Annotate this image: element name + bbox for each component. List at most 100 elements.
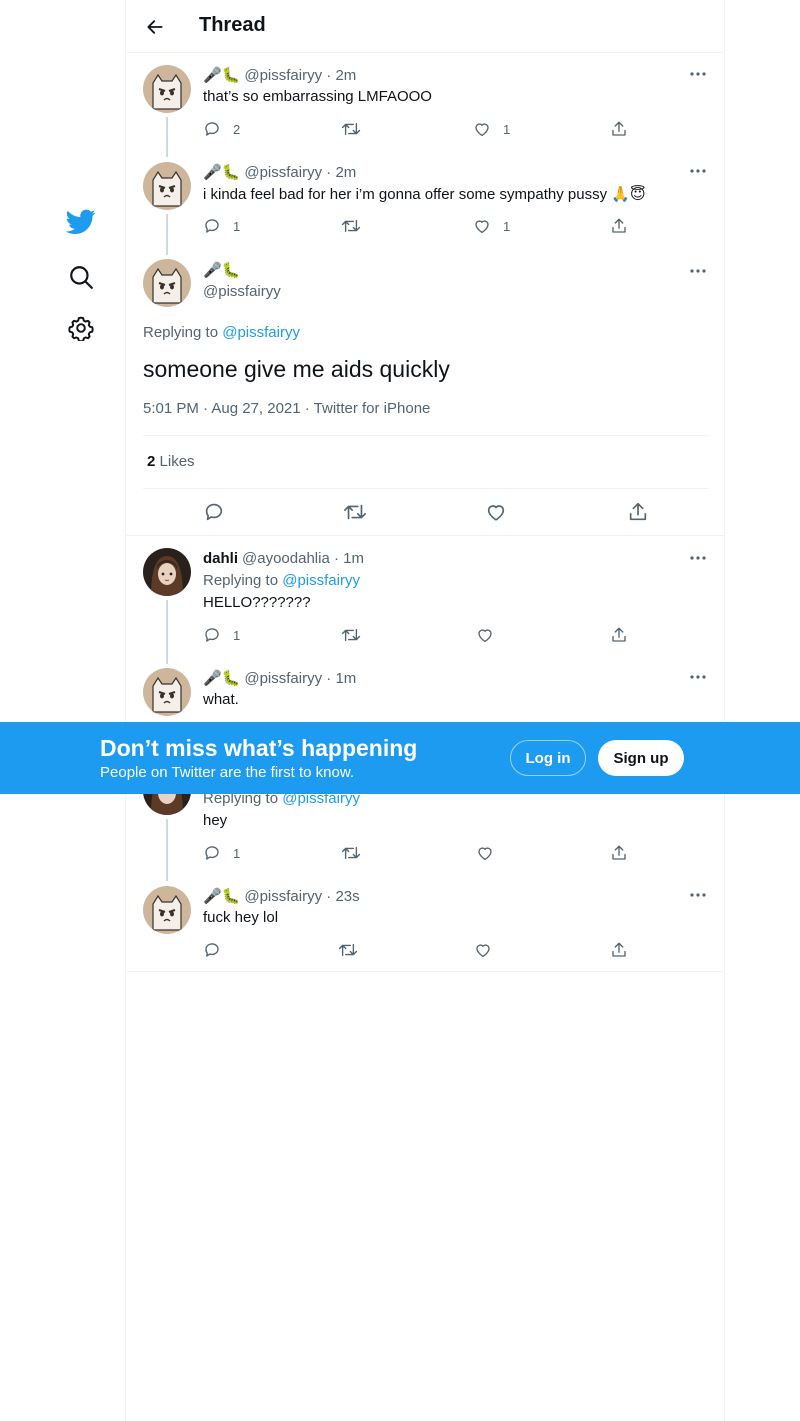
user-handle[interactable]: @pissfairyy xyxy=(244,67,322,84)
replying-to: Replying to @pissfairyy xyxy=(203,572,360,589)
search-icon[interactable] xyxy=(56,252,106,302)
tweet-text: what. xyxy=(203,691,239,708)
retweet-button[interactable] xyxy=(341,119,373,139)
replying-to-link[interactable]: @pissfairyy xyxy=(282,572,360,589)
more-icon[interactable] xyxy=(688,550,708,566)
tweet-text: hey xyxy=(203,812,228,829)
tweet-meta: dahli @ayoodahlia · 1m xyxy=(203,550,364,567)
retweet-button[interactable] xyxy=(341,843,373,863)
login-banner: Don’t miss what’s happening People on Tw… xyxy=(0,722,800,794)
replying-label: Replying to xyxy=(203,572,279,589)
login-button[interactable]: Log in xyxy=(510,740,586,776)
retweet-icon[interactable] xyxy=(342,499,368,525)
reply-button[interactable]: 2 xyxy=(203,119,240,139)
thread-connector xyxy=(166,819,168,881)
like-icon xyxy=(478,847,492,861)
twitter-logo-icon[interactable] xyxy=(56,197,106,247)
likes-summary[interactable]: 2 Likes xyxy=(147,453,195,470)
banner-title: Don’t miss what’s happening xyxy=(100,735,418,761)
user-handle[interactable]: @pissfairyy xyxy=(203,283,281,300)
like-button[interactable] xyxy=(474,940,504,960)
avatar[interactable] xyxy=(143,162,191,210)
banner-subtitle: People on Twitter are the first to know. xyxy=(100,764,355,781)
thread-connector xyxy=(166,600,168,664)
like-button[interactable]: 1 xyxy=(473,216,510,236)
more-icon[interactable] xyxy=(688,669,708,685)
share-icon[interactable] xyxy=(625,499,651,525)
reply-button[interactable] xyxy=(203,940,233,960)
user-handle[interactable]: @pissfairyy xyxy=(244,670,322,687)
tweet-text: i kinda feel bad for her i’m gonna offer… xyxy=(203,186,646,203)
tweet-meta: 🎤🐛 @pissfairyy · 2m xyxy=(203,163,356,182)
like-button[interactable]: 1 xyxy=(473,119,510,139)
reply-count: 1 xyxy=(233,845,241,861)
more-icon[interactable] xyxy=(688,887,708,903)
retweet-button[interactable] xyxy=(338,940,370,960)
user-handle[interactable]: @pissfairyy xyxy=(244,888,322,905)
reply-button[interactable]: 1 xyxy=(203,216,240,236)
share-button[interactable] xyxy=(610,625,628,645)
thread-header: Thread xyxy=(126,0,724,53)
more-icon[interactable] xyxy=(688,163,708,179)
display-name[interactable]: 🎤🐛 xyxy=(203,669,240,687)
tweet-time[interactable]: · 23s xyxy=(326,888,359,905)
avatar[interactable] xyxy=(143,259,191,307)
more-icon[interactable] xyxy=(688,263,708,279)
avatar[interactable] xyxy=(143,65,191,113)
share-button[interactable] xyxy=(610,119,628,139)
reply-button[interactable]: 1 xyxy=(203,843,240,863)
avatar[interactable] xyxy=(143,668,191,716)
like-icon[interactable] xyxy=(483,499,509,525)
retweet-icon xyxy=(338,943,358,957)
tweet-time[interactable]: · 1m xyxy=(334,550,364,567)
more-icon[interactable] xyxy=(688,66,708,82)
like-icon xyxy=(478,629,492,643)
display-name[interactable]: 🎤🐛 xyxy=(203,163,240,181)
display-name[interactable]: dahli xyxy=(203,550,238,567)
retweet-button[interactable] xyxy=(341,625,373,645)
divider xyxy=(143,488,709,489)
display-name[interactable]: 🎤🐛 xyxy=(203,887,240,905)
display-name[interactable]: 🎤🐛 xyxy=(203,261,240,279)
tweet-time[interactable]: · 1m xyxy=(326,670,356,687)
signup-button[interactable]: Sign up xyxy=(598,740,684,776)
share-button[interactable] xyxy=(610,843,628,863)
display-name[interactable]: 🎤🐛 xyxy=(203,66,240,84)
tweet-time[interactable]: · 2m xyxy=(326,67,356,84)
like-icon xyxy=(476,944,490,958)
tweet-text: someone give me aids quickly xyxy=(143,356,450,382)
like-count: 1 xyxy=(503,218,511,234)
tweet-text: HELLO??????? xyxy=(203,594,311,611)
replying-label: Replying to xyxy=(143,324,219,341)
share-icon xyxy=(612,845,626,860)
back-arrow-icon[interactable] xyxy=(140,12,170,42)
tweet-time[interactable]: · 2m xyxy=(326,164,356,181)
share-button[interactable] xyxy=(610,940,628,960)
avatar[interactable] xyxy=(143,548,191,596)
retweet-button[interactable] xyxy=(341,216,373,236)
thread-connector xyxy=(166,214,168,255)
likes-label: Likes xyxy=(159,453,195,470)
user-handle[interactable]: @pissfairyy xyxy=(244,164,322,181)
like-button[interactable] xyxy=(476,843,506,863)
share-icon xyxy=(612,627,626,642)
tweet-timestamp[interactable]: 5:01 PM · Aug 27, 2021 · Twitter for iPh… xyxy=(143,400,430,417)
share-button[interactable] xyxy=(610,216,628,236)
reply-icon xyxy=(205,219,219,233)
replying-to-link[interactable]: @pissfairyy xyxy=(222,324,300,341)
reply-button[interactable]: 1 xyxy=(203,625,240,645)
reply-icon xyxy=(205,628,219,642)
tweet-text: fuck hey lol xyxy=(203,909,279,926)
reply-count: 2 xyxy=(233,121,241,137)
tweet-meta: 🎤🐛 @pissfairyy · 1m xyxy=(203,669,356,688)
tweet-text: that’s so embarrassing LMFAOOO xyxy=(203,88,432,105)
avatar[interactable] xyxy=(143,886,191,934)
tweet-meta: 🎤🐛 @pissfairyy · 2m xyxy=(203,66,356,85)
retweet-icon xyxy=(341,219,361,233)
share-icon xyxy=(612,121,626,136)
settings-icon[interactable] xyxy=(56,303,106,353)
like-button[interactable] xyxy=(476,625,506,645)
user-handle[interactable]: @ayoodahlia xyxy=(242,550,330,567)
reply-icon[interactable] xyxy=(201,499,227,525)
tweet-meta: 🎤🐛 @pissfairyy · 23s xyxy=(203,887,360,906)
